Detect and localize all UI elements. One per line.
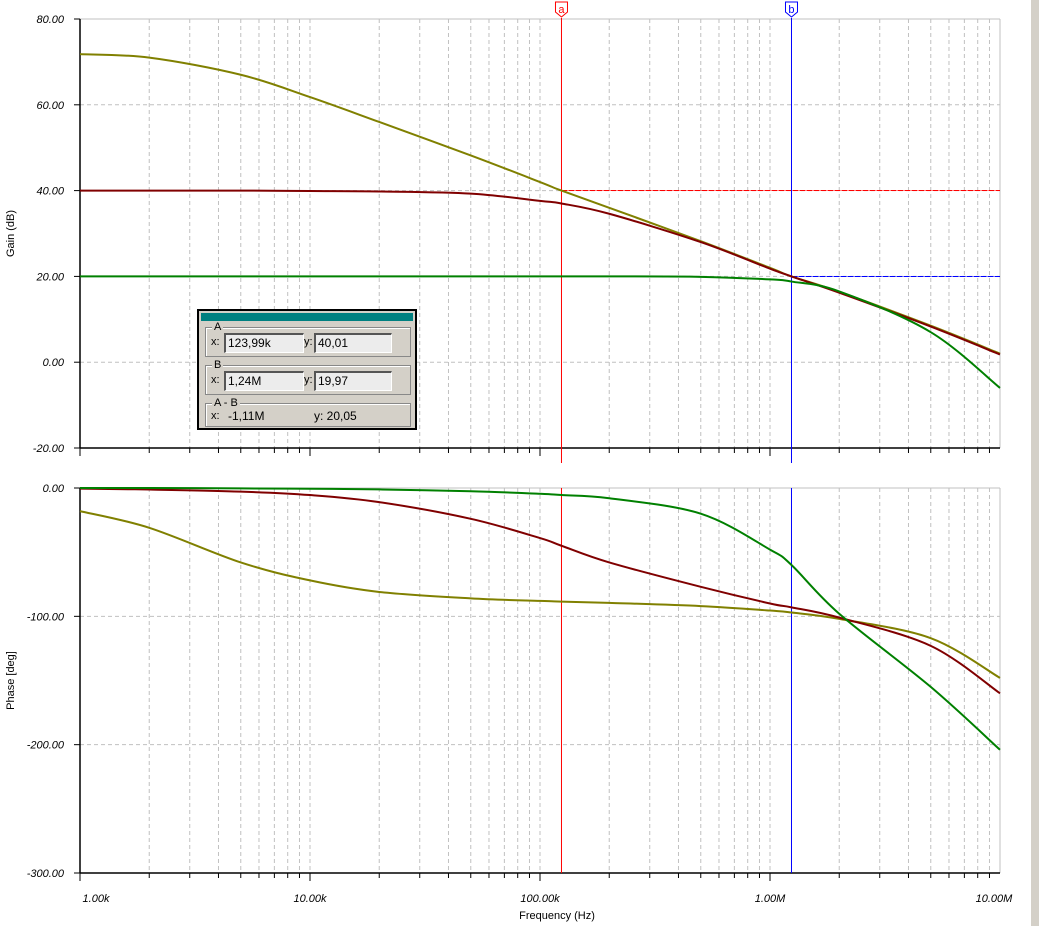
y-axis-label: Phase [deg] [5, 651, 17, 710]
x-tick-label: 10.00M [976, 893, 1014, 905]
scrollbar[interactable] [1031, 0, 1039, 926]
x-tick-label: 10.00k [293, 893, 327, 905]
y-axis-label: Gain (dB) [5, 210, 17, 257]
y-label: y: [304, 374, 313, 386]
cursor-readout-panel[interactable]: A x: 123,99k y: 40,01 B x: 1,24M y: 19,9… [197, 309, 417, 430]
cursor-b-y-field[interactable]: 19,97 [314, 371, 392, 391]
y-tick-label: 40.00 [36, 186, 64, 198]
cursor-b-title: B [212, 359, 224, 371]
cursor-a-x-field[interactable]: 123,99k [224, 333, 304, 353]
readout-title-bar[interactable] [201, 313, 413, 321]
y-tick-label: -200.00 [27, 740, 65, 752]
x-label: x: [211, 410, 220, 422]
y-tick-label: 0.00 [43, 357, 65, 369]
y-tick-label: -300.00 [27, 868, 65, 880]
x-tick-label: 100.00k [520, 893, 560, 905]
diff-x-value: -1,11M [228, 409, 265, 423]
x-axis-label: Frequency (Hz) [519, 910, 595, 922]
x-label: x: [211, 374, 220, 386]
y-tick-label: 80.00 [36, 14, 64, 26]
cursor-diff-group: A - B x: -1,11M y: 20,05 [205, 397, 411, 427]
cursor-a-group: A x: 123,99k y: 40,01 [205, 321, 411, 357]
cursor-diff-title: A - B [212, 397, 240, 409]
y-tick-label: -20.00 [33, 443, 65, 455]
bode-plot: 80.00 60.00 40.00 20.00 0.00 -20.00 Gain (dB) 0… [5, 1, 1014, 922]
x-label: x: [211, 336, 220, 348]
y-tick-label: 20.00 [35, 271, 64, 283]
series-line-gain-20dB [79, 486, 1001, 751]
cursor-b-x-field[interactable]: 1,24M [224, 371, 304, 391]
cursor-a-title: A [212, 321, 224, 333]
y-tick-label: -100.00 [27, 611, 65, 623]
x-tick-label: 1.00k [83, 893, 110, 905]
diff-y-value: y: 20,05 [314, 409, 357, 423]
cursor-b-label: b [788, 4, 794, 16]
x-tick-label: 1.00M [755, 893, 786, 905]
y-label: y: [304, 336, 313, 348]
cursor-a-y-field[interactable]: 40,01 [314, 333, 392, 353]
y-tick-label: 60.00 [36, 100, 64, 112]
cursor-b-group: B x: 1,24M y: 19,97 [205, 359, 411, 395]
cursor-a-label: a [558, 4, 565, 16]
y-tick-label: 0.00 [43, 483, 65, 495]
